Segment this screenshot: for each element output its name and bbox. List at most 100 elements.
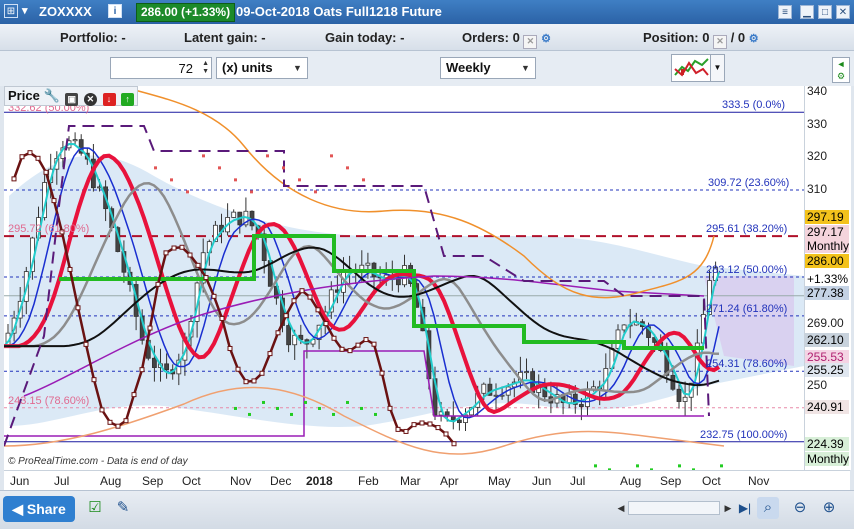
position-settings-icon[interactable]: ⚙ [749, 32, 759, 45]
month-tick: Oct [702, 474, 721, 488]
month-tick: Feb [358, 474, 379, 488]
price-tag: +1.33% [805, 272, 849, 286]
price-chart[interactable] [4, 86, 804, 470]
close-icon[interactable]: ✕ [83, 93, 97, 106]
zoom-in-icon[interactable]: ⊕ [818, 497, 840, 519]
chikou-marker [27, 150, 33, 156]
share-button[interactable]: ◀ Share [3, 496, 75, 522]
chikou-marker [163, 250, 169, 256]
chikou-marker [35, 155, 41, 161]
price-chart-canvas[interactable] [4, 86, 804, 470]
fib-label-left: 243.15 (78.60%) [8, 394, 90, 407]
duplicate-icon[interactable]: ▣ [65, 93, 79, 106]
signal-dot-green [636, 464, 639, 468]
chikou-marker [435, 425, 441, 431]
chikou-marker [363, 337, 369, 343]
month-tick: Nov [748, 474, 770, 488]
chikou-marker [227, 345, 233, 351]
grid-menu-icon[interactable]: ⊞ [4, 4, 18, 18]
menu-icon[interactable]: ≡ [778, 5, 792, 19]
chikou-marker [395, 426, 401, 432]
timeframe-select[interactable]: Weekly ▼ [440, 57, 536, 79]
chikou-marker [235, 366, 241, 372]
arrow-down-icon[interactable]: ↓ [102, 93, 116, 106]
chikou-marker [123, 418, 129, 424]
chart-style-icon [674, 58, 709, 77]
chikou-marker [379, 370, 385, 376]
candle-body [231, 211, 237, 218]
orders-value: Orders: 0 [462, 30, 520, 45]
orders-cancel-icon[interactable]: ✕ [523, 35, 538, 49]
candle-body [164, 363, 170, 371]
chart-style-button[interactable] [671, 54, 711, 82]
gain-today-value: Gain today: - [325, 30, 405, 45]
price-tag: 255.25 [805, 363, 849, 377]
price-tag: 255.53 [805, 350, 849, 364]
time-axis[interactable]: Jun Jul Aug Sep Oct Nov Dec 2018 Feb Mar Apr May Jun… [4, 470, 850, 491]
price-tick: 310 [807, 182, 828, 197]
month-tick: Nov [230, 474, 252, 488]
month-tick: Apr [440, 474, 459, 488]
price-tag: 240.91 [805, 400, 849, 414]
orders-group: Orders: 0 ✕ ⚙ [462, 30, 551, 49]
minimize-button[interactable]: ▁ [800, 5, 814, 19]
signal-dot-red [314, 190, 317, 194]
timeframe-select-value: Weekly [446, 60, 491, 75]
month-tick: Oct [182, 474, 201, 488]
signal-dot-red [218, 166, 221, 170]
zoom-select-icon[interactable]: ⌕ [757, 497, 779, 519]
quantity-value[interactable]: 72 [179, 61, 193, 76]
zoom-out-icon[interactable]: ⊖ [789, 497, 811, 519]
chikou-marker [315, 307, 321, 313]
chikou-marker [195, 262, 201, 268]
signal-dot-green [720, 464, 723, 468]
signal-dot-green [594, 464, 597, 468]
chevron-down-icon[interactable]: ▾ [22, 4, 28, 17]
orders-settings-icon[interactable]: ⚙ [541, 32, 551, 45]
close-button[interactable]: ✕ [836, 5, 850, 19]
chevron-down-icon[interactable]: ▼ [519, 64, 532, 73]
scroll-right-icon[interactable]: ▶ [721, 501, 735, 515]
signal-dot-red [234, 178, 237, 182]
price-tag: 297.17 [805, 225, 849, 239]
fib-label: 309.72 (23.60%) [708, 177, 790, 189]
month-tick: Aug [620, 474, 642, 488]
portfolio-value: Portfolio: - [60, 30, 126, 45]
chikou-marker [451, 441, 457, 447]
price-tick: 320 [807, 149, 828, 164]
trade-checklist-icon[interactable]: ☑ [84, 497, 106, 519]
price-axis[interactable]: 340 330 320 310 269.00 250 297.19 297.17 Monthl… [804, 84, 851, 470]
scroll-left-icon[interactable]: ◀ [614, 501, 628, 515]
chart-scrollbar[interactable] [628, 501, 720, 515]
share-icon: ◀ [12, 501, 27, 517]
candle-body [621, 324, 627, 331]
chikou-marker [67, 266, 73, 272]
info-icon[interactable]: i [108, 4, 122, 18]
chevron-down-icon[interactable]: ▼ [291, 64, 304, 73]
price-tag: Monthly [805, 239, 850, 253]
signal-dot-red [154, 166, 157, 170]
position-close-icon[interactable]: ✕ [713, 35, 728, 49]
units-select[interactable]: (x) units ▼ [216, 57, 308, 79]
scroll-end-icon[interactable]: ▶| [734, 497, 756, 519]
price-tag: 262.10 [805, 333, 849, 347]
chart-style-dropdown-icon[interactable]: ▼ [711, 54, 725, 82]
arrow-up-icon[interactable]: ↑ [121, 93, 135, 106]
fib-label: 271.24 (61.80%) [706, 302, 788, 315]
month-tick: Sep [142, 474, 164, 488]
side-panel-toggle[interactable]: ◄ ⚙ [832, 57, 850, 83]
month-tick: Dec [270, 474, 292, 488]
wrench-icon[interactable]: 🔧 [43, 88, 59, 103]
signal-dot-red [186, 190, 189, 194]
month-tick: Mar [400, 474, 421, 488]
stepper-arrows-icon[interactable]: ▲ ▼ [202, 60, 209, 76]
symbol-name[interactable]: ZOXXXX [39, 4, 92, 19]
quantity-stepper[interactable]: 72 ▲ ▼ [110, 57, 212, 79]
chikou-marker [147, 325, 153, 331]
signal-dot-green [678, 464, 681, 468]
price-tick: 340 [807, 84, 828, 98]
maximize-button[interactable]: □ [818, 5, 832, 19]
chikou-marker [139, 367, 145, 373]
drawing-tool-icon[interactable]: ✎ [112, 497, 134, 519]
scrollbar-thumb[interactable] [719, 503, 720, 513]
